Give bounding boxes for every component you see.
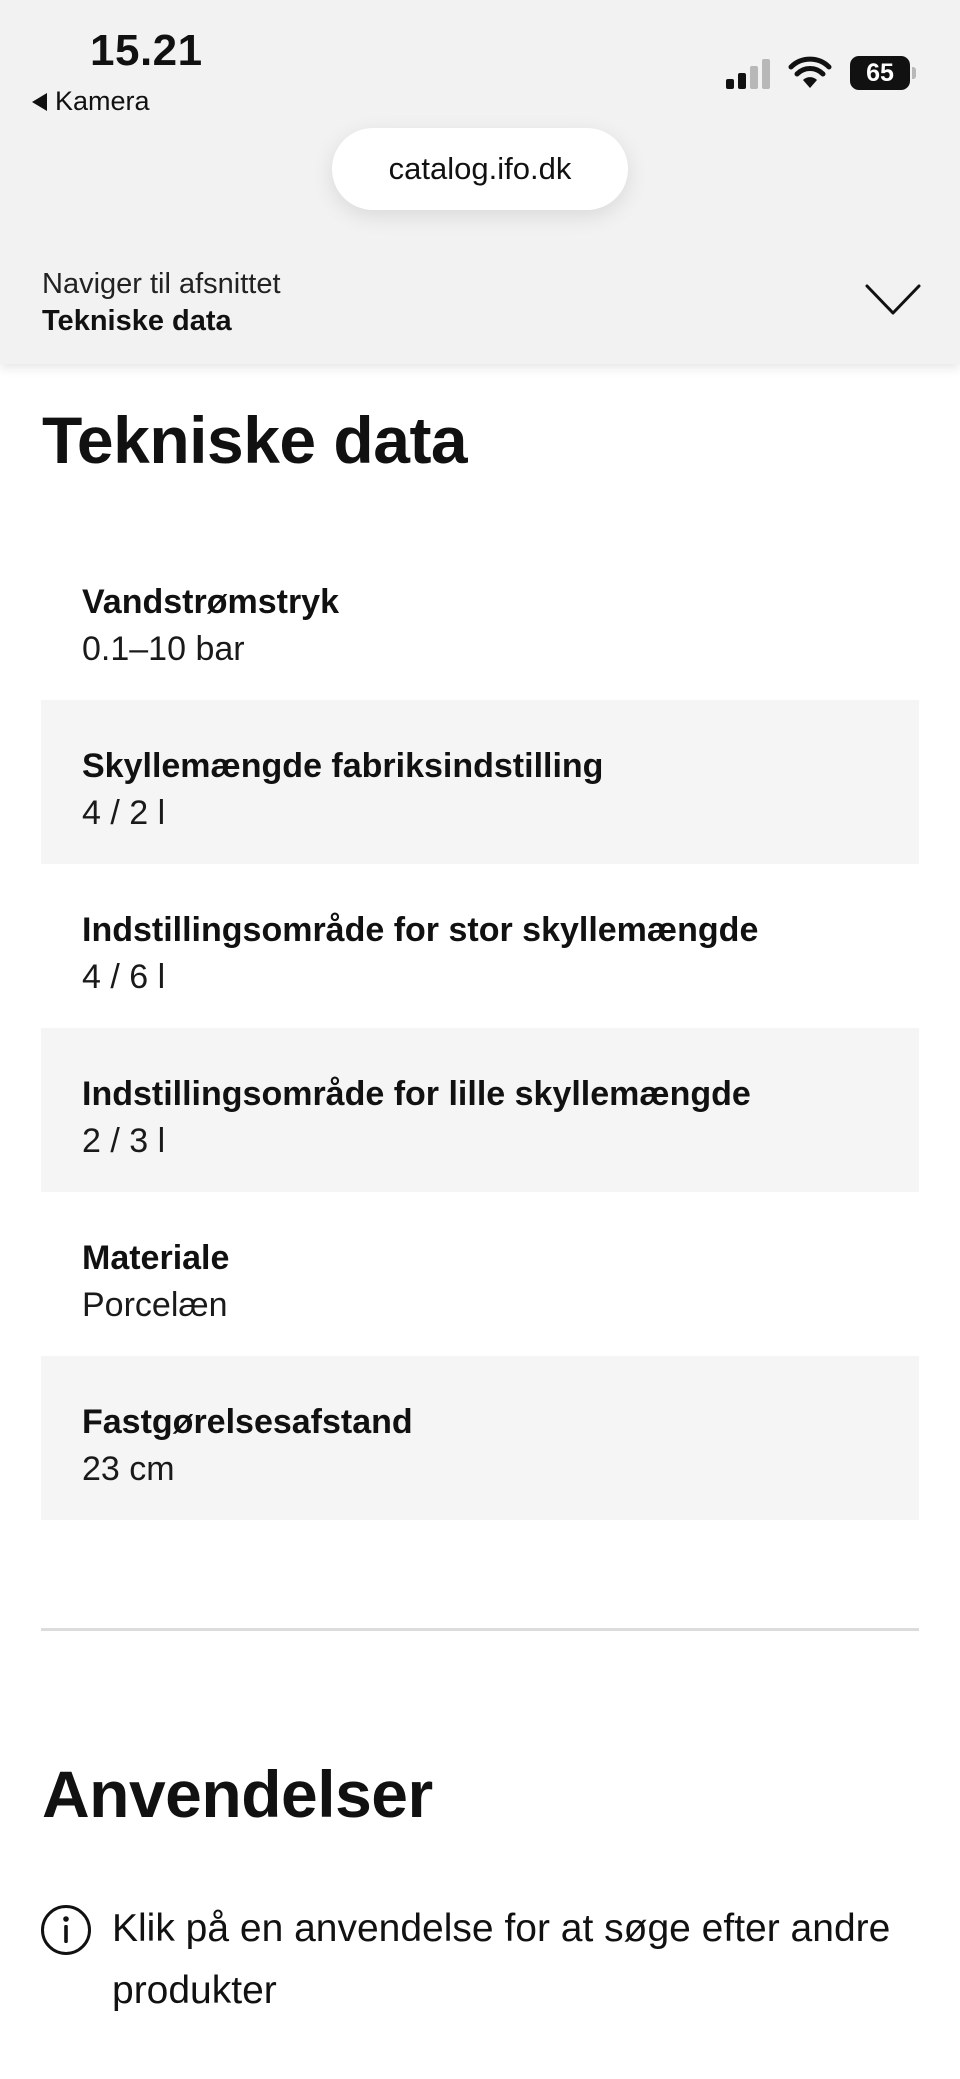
info-icon <box>41 1905 91 1955</box>
spec-label: Skyllemængde fabriksindstilling <box>82 747 604 785</box>
chevron-down-icon[interactable] <box>864 282 922 318</box>
battery-level: 65 <box>866 58 894 87</box>
spec-label: Materiale <box>82 1239 230 1277</box>
battery-icon: 65 <box>850 56 916 90</box>
back-triangle-icon <box>32 92 47 111</box>
applications-info-text: Klik på en anvendelse for at søge efter … <box>112 1907 891 2012</box>
section-nav-caption: Naviger til afsnittet <box>42 268 281 300</box>
top-chrome: 15.21 Kamera 65 catalog.ifo.dk Naviger t… <box>0 0 960 364</box>
spec-value: 4 / 2 l <box>82 794 166 832</box>
spec-row: Fastgørelsesafstand 23 cm <box>41 1356 919 1520</box>
status-time: 15.21 <box>90 26 203 75</box>
spec-row: Indstillingsområde for stor skyllemængde… <box>41 864 919 1028</box>
status-icons: 65 <box>726 56 916 90</box>
spec-value: 4 / 6 l <box>82 958 166 996</box>
spec-value: 0.1–10 bar <box>82 630 245 668</box>
wifi-icon <box>788 56 832 88</box>
technical-data-heading: Tekniske data <box>42 403 468 477</box>
spec-row: Vandstrømstryk 0.1–10 bar <box>41 536 919 700</box>
spec-value: 23 cm <box>82 1450 175 1488</box>
spec-label: Vandstrømstryk <box>82 583 339 621</box>
spec-row: Materiale Porcelæn <box>41 1192 919 1356</box>
spec-value: Porcelæn <box>82 1286 228 1324</box>
address-bar[interactable]: catalog.ifo.dk <box>332 128 628 210</box>
cellular-signal-icon <box>726 57 770 89</box>
spec-list: Vandstrømstryk 0.1–10 bar Skyllemængde f… <box>41 536 919 1520</box>
address-url: catalog.ifo.dk <box>388 151 572 186</box>
applications-heading: Anvendelser <box>42 1757 433 1831</box>
spec-label: Fastgørelsesafstand <box>82 1403 413 1441</box>
section-divider <box>41 1628 919 1631</box>
spec-label: Indstillingsområde for stor skyllemængde <box>82 911 759 949</box>
spec-row: Indstillingsområde for lille skyllemængd… <box>41 1028 919 1192</box>
back-app-label: Kamera <box>55 86 150 116</box>
spec-row: Skyllemængde fabriksindstilling 4 / 2 l <box>41 700 919 864</box>
back-to-app-link[interactable]: Kamera <box>32 86 150 117</box>
spec-label: Indstillingsområde for lille skyllemængd… <box>82 1075 751 1113</box>
section-nav-current[interactable]: Tekniske data <box>42 305 232 338</box>
spec-value: 2 / 3 l <box>82 1122 166 1160</box>
